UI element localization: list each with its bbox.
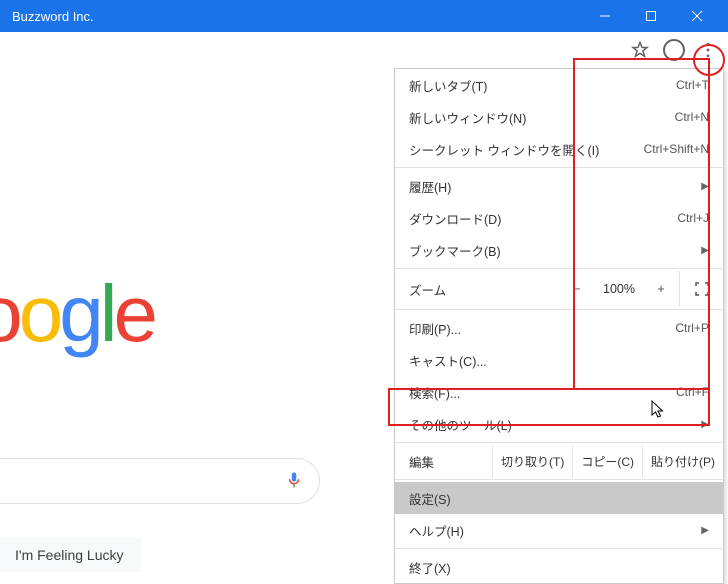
browser-toolbar — [0, 32, 728, 68]
window-buttons — [582, 0, 720, 32]
mic-icon[interactable] — [285, 469, 303, 494]
menu-exit[interactable]: 終了(X) — [395, 551, 723, 583]
window-title: Buzzword Inc. — [8, 9, 582, 24]
menu-bookmarks[interactable]: ブックマーク(B)▶ — [395, 234, 723, 266]
zoom-out-button[interactable]: − — [559, 282, 595, 296]
kebab-menu-icon[interactable] — [694, 36, 722, 64]
chevron-right-icon: ▶ — [693, 525, 709, 536]
edit-paste-button[interactable]: 貼り付け(P) — [642, 445, 723, 477]
zoom-level: 100% — [595, 282, 643, 296]
minimize-button[interactable] — [582, 0, 628, 32]
menu-edit: 編集 切り取り(T) コピー(C) 貼り付け(P) — [395, 445, 723, 477]
menu-cast[interactable]: キャスト(C)... — [395, 344, 723, 376]
menu-separator — [395, 548, 723, 549]
menu-separator — [395, 442, 723, 443]
window-titlebar: Buzzword Inc. — [0, 0, 728, 32]
maximize-button[interactable] — [628, 0, 674, 32]
menu-new-window[interactable]: 新しいウィンドウ(N)Ctrl+N — [395, 101, 723, 133]
zoom-in-button[interactable]: + — [643, 282, 679, 296]
chevron-right-icon: ▶ — [693, 245, 709, 256]
menu-zoom: ズーム − 100% + — [395, 271, 723, 307]
menu-separator — [395, 309, 723, 310]
menu-incognito[interactable]: シークレット ウィンドウを開く(I)Ctrl+Shift+N — [395, 133, 723, 165]
menu-separator — [395, 268, 723, 269]
google-logo: Google — [0, 268, 154, 360]
menu-print[interactable]: 印刷(P)...Ctrl+P — [395, 312, 723, 344]
close-button[interactable] — [674, 0, 720, 32]
menu-downloads[interactable]: ダウンロード(D)Ctrl+J — [395, 202, 723, 234]
chevron-right-icon: ▶ — [693, 419, 709, 430]
edit-copy-button[interactable]: コピー(C) — [572, 445, 642, 477]
fullscreen-icon[interactable] — [679, 271, 723, 307]
edit-cut-button[interactable]: 切り取り(T) — [492, 445, 572, 477]
search-input[interactable] — [0, 458, 320, 504]
menu-separator — [395, 479, 723, 480]
chevron-right-icon: ▶ — [693, 181, 709, 192]
menu-history[interactable]: 履歴(H)▶ — [395, 170, 723, 202]
feeling-lucky-button[interactable]: I'm Feeling Lucky — [0, 538, 141, 572]
bookmark-star-icon[interactable] — [626, 36, 654, 64]
menu-find[interactable]: 検索(F)...Ctrl+F — [395, 376, 723, 408]
menu-separator — [395, 167, 723, 168]
menu-new-tab[interactable]: 新しいタブ(T)Ctrl+T — [395, 69, 723, 101]
menu-settings[interactable]: 設定(S) — [395, 482, 723, 514]
menu-help[interactable]: ヘルプ(H)▶ — [395, 514, 723, 546]
menu-more-tools[interactable]: その他のツール(L)▶ — [395, 408, 723, 440]
profile-icon[interactable] — [660, 36, 688, 64]
chrome-menu: 新しいタブ(T)Ctrl+T 新しいウィンドウ(N)Ctrl+N シークレット … — [394, 68, 724, 584]
